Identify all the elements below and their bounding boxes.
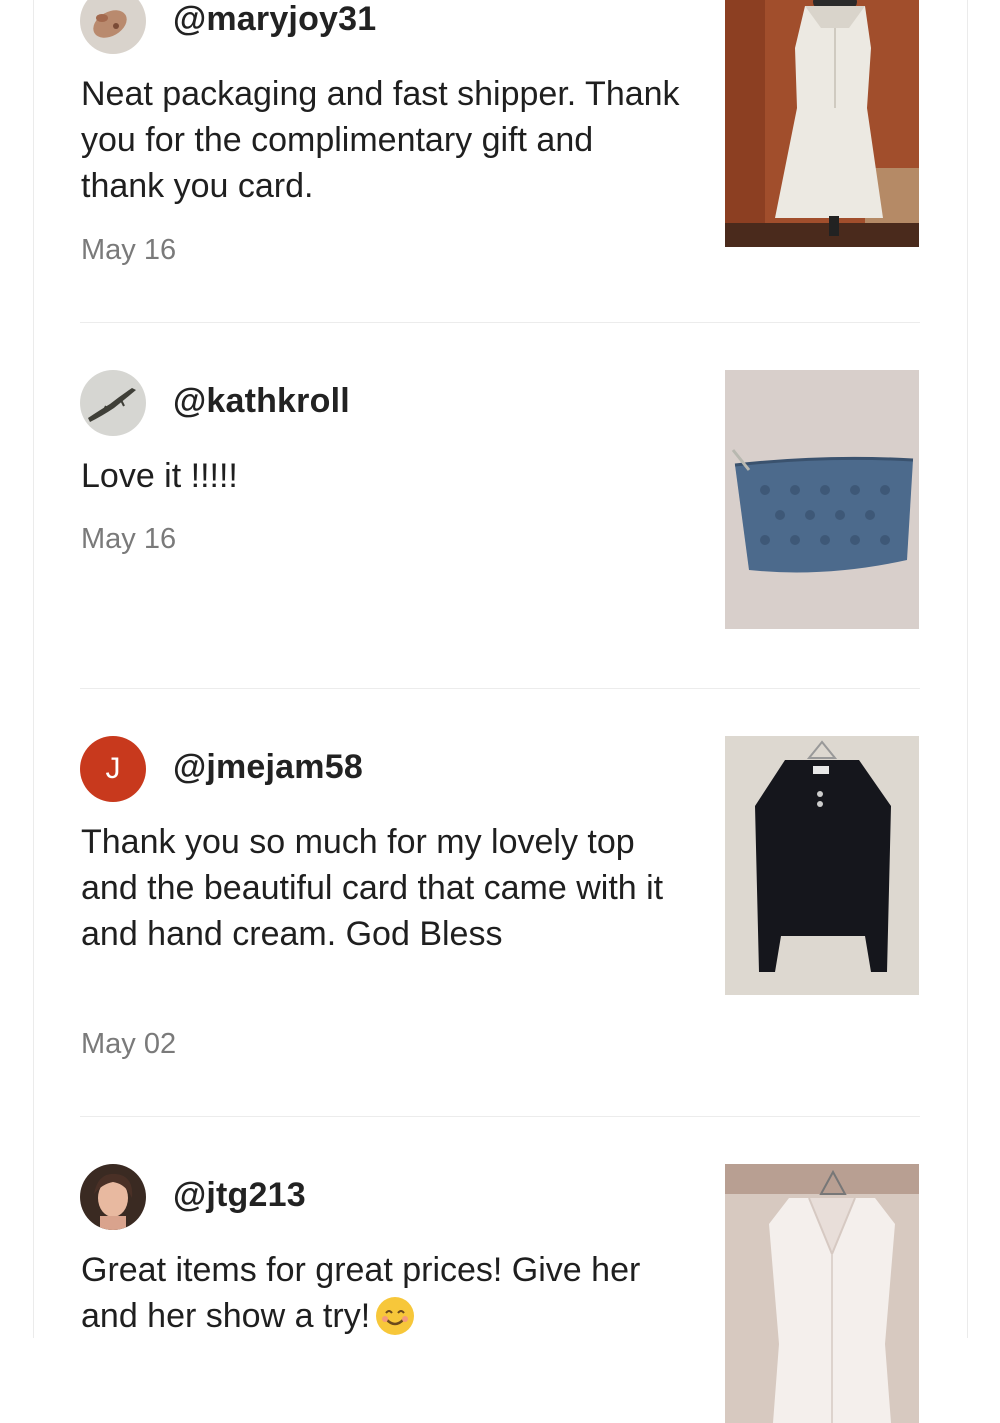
- divider: [80, 688, 920, 689]
- item-photo[interactable]: [725, 0, 919, 247]
- review-text: Neat packaging and fast shipper. Thank y…: [81, 75, 680, 205]
- white-dress-photo: [725, 0, 919, 247]
- item-photo[interactable]: [725, 370, 919, 629]
- review-date: May 02: [81, 1028, 177, 1060]
- review-text: Love it !!!!!: [81, 457, 238, 495]
- divider: [80, 1116, 920, 1117]
- smiling-face-icon: [376, 1297, 415, 1335]
- review-username[interactable]: @kathkroll: [173, 382, 350, 421]
- review-date: May 16: [81, 523, 177, 555]
- blue-pouch-photo: [725, 370, 919, 629]
- user-avatar[interactable]: [80, 1164, 146, 1230]
- user-avatar[interactable]: [80, 370, 146, 436]
- review-text: Great items for great prices! Give her a…: [81, 1247, 681, 1339]
- review-text-content: Great items for great prices! Give her a…: [81, 1251, 641, 1335]
- review-username[interactable]: @jtg213: [173, 1176, 306, 1215]
- divider: [80, 322, 920, 323]
- black-top-photo: [725, 736, 919, 995]
- review-date: May 16: [81, 234, 177, 266]
- user-avatar[interactable]: J: [80, 736, 146, 802]
- white-blouse-photo: [725, 1164, 919, 1423]
- review-text: Thank you so much for my lovely top and …: [81, 823, 664, 953]
- review-username[interactable]: @jmejam58: [173, 748, 363, 787]
- woman-photo-avatar: [80, 1164, 146, 1230]
- lizard-photo-avatar: [80, 370, 146, 436]
- item-photo[interactable]: [725, 1164, 919, 1423]
- review-username[interactable]: @maryjoy31: [173, 0, 376, 39]
- item-photo[interactable]: [725, 736, 919, 995]
